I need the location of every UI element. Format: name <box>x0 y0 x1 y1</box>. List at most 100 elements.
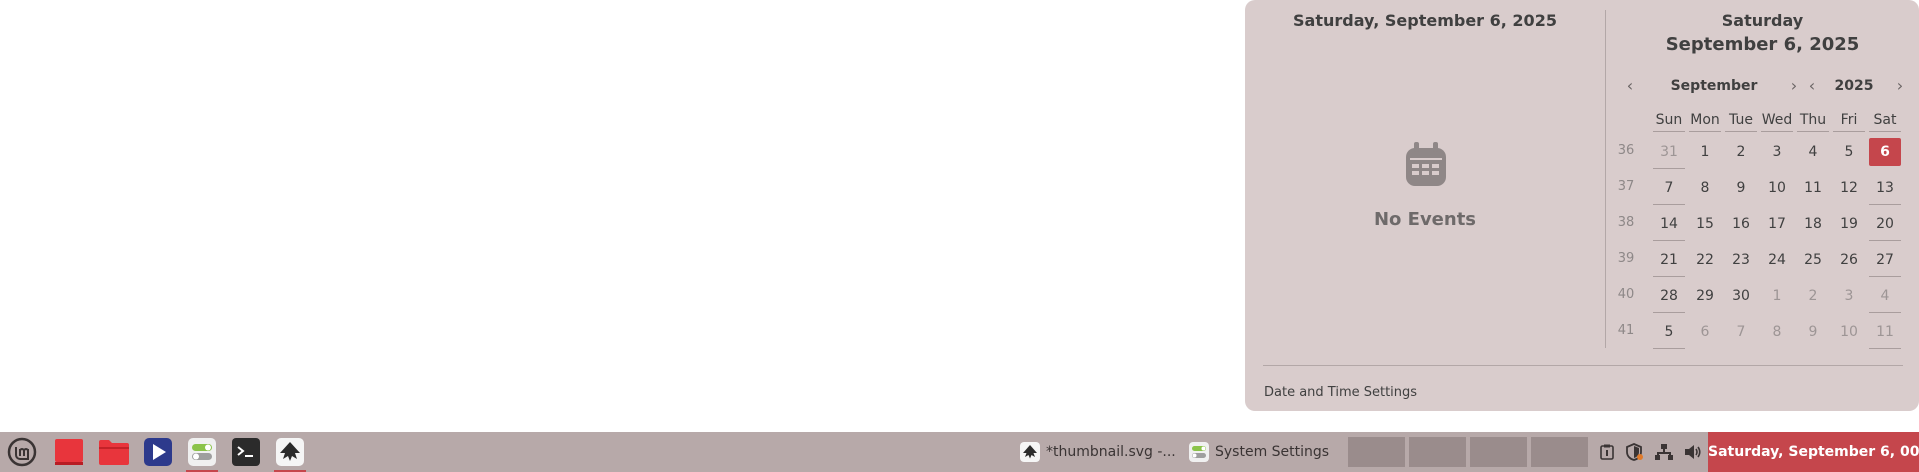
calendar-day[interactable]: 14 <box>1653 210 1685 238</box>
show-desktop-launcher[interactable] <box>51 435 87 469</box>
calendar-day-today[interactable]: 6 <box>1869 138 1901 166</box>
calendar-day[interactable]: 10 <box>1761 174 1793 202</box>
calendar-day[interactable]: 21 <box>1653 246 1685 274</box>
weekday-underline <box>1689 131 1721 132</box>
next-month-button[interactable]: › <box>1784 77 1804 97</box>
weekend-underline <box>1653 312 1685 313</box>
linux-mint-logo-icon <box>7 437 37 467</box>
prev-year-button[interactable]: ‹ <box>1802 77 1822 97</box>
network-icon[interactable] <box>1654 442 1674 462</box>
calendar-day[interactable]: 3 <box>1833 282 1865 310</box>
workspace-4[interactable] <box>1531 437 1588 467</box>
weekend-underline <box>1869 240 1901 241</box>
update-shield-icon[interactable] <box>1625 442 1645 462</box>
clipboard-glyph-icon <box>1600 444 1614 460</box>
week-number: 40 <box>1617 287 1635 302</box>
mint-menu-button[interactable] <box>4 435 40 469</box>
workspace-3[interactable] <box>1470 437 1527 467</box>
calendar-day[interactable]: 9 <box>1797 318 1829 346</box>
desktop-icon <box>55 439 83 465</box>
calendar-day[interactable]: 25 <box>1797 246 1829 274</box>
calendar-day[interactable]: 10 <box>1833 318 1865 346</box>
calendar-day[interactable]: 26 <box>1833 246 1865 274</box>
calendar-day[interactable]: 31 <box>1653 138 1685 166</box>
calendar-day[interactable]: 6 <box>1689 318 1721 346</box>
weekend-underline <box>1869 348 1901 349</box>
workspace-1[interactable] <box>1348 437 1405 467</box>
bottom-panel: *thumbnail.svg -... System Settings Satu… <box>0 432 1919 472</box>
clipboard-icon[interactable] <box>1597 442 1617 462</box>
calendar-day[interactable]: 1 <box>1689 138 1721 166</box>
calendar-day[interactable]: 7 <box>1725 318 1757 346</box>
inkscape-icon <box>276 438 304 466</box>
media-player-icon <box>144 438 172 466</box>
weekend-underline <box>1653 276 1685 277</box>
calendar-day[interactable]: 13 <box>1869 174 1901 202</box>
calendar-day[interactable]: 16 <box>1725 210 1757 238</box>
weekend-underline <box>1653 348 1685 349</box>
calendar-day[interactable]: 4 <box>1797 138 1829 166</box>
calendar-day[interactable]: 2 <box>1725 138 1757 166</box>
calendar-day[interactable]: 8 <box>1761 318 1793 346</box>
weekend-underline <box>1653 240 1685 241</box>
weekend-underline <box>1869 276 1901 277</box>
calendar-day[interactable]: 18 <box>1797 210 1829 238</box>
weekday-header: Tue <box>1729 112 1753 128</box>
calendar-day[interactable]: 2 <box>1797 282 1829 310</box>
calendar-day[interactable]: 5 <box>1833 138 1865 166</box>
week-number: 37 <box>1617 179 1635 194</box>
calendar-day[interactable]: 3 <box>1761 138 1793 166</box>
terminal-icon <box>232 438 260 466</box>
calendar-day[interactable]: 4 <box>1869 282 1901 310</box>
media-player-launcher[interactable] <box>140 435 176 469</box>
weekday-underline <box>1761 131 1793 132</box>
weekday-underline <box>1797 131 1829 132</box>
selected-full-date: September 6, 2025 <box>1665 34 1860 55</box>
settings-toggle-icon <box>188 438 216 466</box>
date-time-settings-link[interactable]: Date and Time Settings <box>1264 385 1417 400</box>
calendar-day[interactable]: 11 <box>1869 318 1901 346</box>
system-settings-launcher[interactable] <box>184 435 220 472</box>
settings-toggle-icon <box>1189 442 1209 462</box>
calendar-day[interactable]: 30 <box>1725 282 1757 310</box>
clock-applet[interactable]: Saturday, September 6, 00:41 <box>1708 432 1919 472</box>
selected-day-name: Saturday <box>1721 11 1804 30</box>
events-pane: Saturday, September 6, 2025 No Events <box>1245 0 1605 350</box>
weekday-header: Wed <box>1761 112 1793 128</box>
task-inkscape-window[interactable]: *thumbnail.svg -... <box>1020 436 1176 468</box>
prev-month-button[interactable]: ‹ <box>1620 77 1640 97</box>
weekday-header: Mon <box>1690 112 1720 128</box>
calendar-day[interactable]: 20 <box>1869 210 1901 238</box>
terminal-launcher[interactable] <box>228 435 264 469</box>
calendar-day[interactable]: 7 <box>1653 174 1685 202</box>
calendar-day[interactable]: 5 <box>1653 318 1685 346</box>
calendar-day[interactable]: 15 <box>1689 210 1721 238</box>
task-system-settings-window[interactable]: System Settings <box>1189 436 1329 468</box>
calendar-day[interactable]: 29 <box>1689 282 1721 310</box>
files-launcher[interactable] <box>96 435 132 469</box>
inkscape-launcher[interactable] <box>272 435 308 472</box>
horizontal-divider <box>1263 365 1903 366</box>
calendar-day[interactable]: 1 <box>1761 282 1793 310</box>
calendar-day[interactable]: 27 <box>1869 246 1901 274</box>
calendar-day[interactable]: 24 <box>1761 246 1793 274</box>
weekend-underline <box>1653 168 1685 169</box>
calendar-day[interactable]: 8 <box>1689 174 1721 202</box>
network-glyph-icon <box>1655 444 1673 460</box>
next-year-button[interactable]: › <box>1890 77 1910 97</box>
calendar-day[interactable]: 22 <box>1689 246 1721 274</box>
calendar-day[interactable]: 28 <box>1653 282 1685 310</box>
volume-icon[interactable] <box>1683 442 1703 462</box>
workspace-2[interactable] <box>1409 437 1466 467</box>
calendar-day[interactable]: 19 <box>1833 210 1865 238</box>
week-number: 39 <box>1617 251 1635 266</box>
inkscape-icon <box>1020 442 1040 462</box>
weekday-underline <box>1725 131 1757 132</box>
calendar-day[interactable]: 23 <box>1725 246 1757 274</box>
calendar-day[interactable]: 11 <box>1797 174 1829 202</box>
weekday-header: Sun <box>1655 112 1683 128</box>
calendar-day[interactable]: 17 <box>1761 210 1793 238</box>
calendar-day[interactable]: 12 <box>1833 174 1865 202</box>
calendar-day[interactable]: 9 <box>1725 174 1757 202</box>
week-number: 41 <box>1617 323 1635 338</box>
